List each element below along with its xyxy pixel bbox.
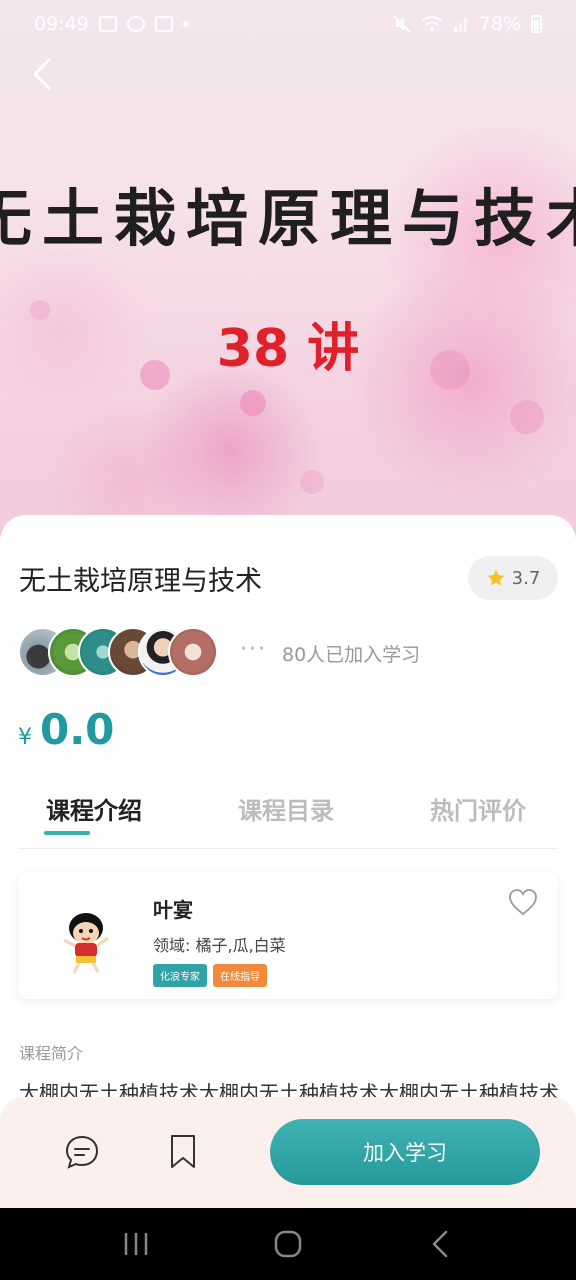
learner-avatars[interactable] [18,627,228,677]
badge-online-guidance: 在线指导 [213,964,267,987]
teacher-badges: 化浪专家 在线指导 [153,964,267,987]
teacher-name: 叶宴 [153,898,193,922]
tab-course-intro[interactable]: 课程介绍 [46,791,142,826]
more-learners-dots: ··· [240,637,267,662]
bokeh-dot [510,400,544,434]
recent-apps-icon [124,1233,148,1255]
bokeh-dot [240,390,266,416]
learner-count: 80人已加入学习 [282,644,421,666]
system-nav-bar [0,1208,576,1280]
home-button[interactable] [258,1219,318,1269]
wifi-icon [421,16,443,31]
bokeh-dot [300,470,324,494]
battery-level: 78% [478,13,521,35]
comment-button[interactable] [62,1132,102,1172]
notification-dot-icon [182,21,189,27]
price-amount: 0.0 [40,705,115,754]
teacher-field: 领域: 橘子,瓜,白菜 [153,936,286,955]
back-button[interactable] [22,52,62,96]
badge-expert: 化浪专家 [153,964,207,987]
heart-icon [509,889,537,916]
bottom-action-bar: 加入学习 [0,1097,576,1208]
cloud-icon [126,16,145,32]
favorite-teacher-button[interactable] [508,888,538,920]
active-tab-indicator [44,831,90,835]
bookmark-button[interactable] [163,1132,203,1172]
home-icon [274,1230,302,1258]
rating-value: 3.7 [511,567,541,589]
currency-symbol: ¥ [18,725,32,750]
join-learning-button[interactable]: 加入学习 [270,1119,540,1185]
course-price: ¥ 0.0 [18,705,114,754]
rating-badge: 3.7 [468,556,558,600]
banner-lecture-count: 38 讲 [216,319,360,379]
star-icon [487,569,505,586]
status-bar: 09:49 78% [0,0,576,48]
checklist-icon [154,16,173,32]
teacher-avatar [63,913,109,974]
teacher-card[interactable]: 叶宴 领域: 橘子,瓜,白菜 化浪专家 在线指导 [18,872,558,999]
course-cover-banner: 无土栽培原理与技术 38 讲 09:49 78% [0,0,576,540]
intro-label: 课程简介 [19,1044,84,1063]
battery-icon [531,15,542,33]
gallery-icon [98,16,117,32]
tab-hot-reviews[interactable]: 热门评价 [430,791,526,826]
course-tabs: 课程介绍 课程目录 热门评价 [18,787,558,849]
course-title: 无土栽培原理与技术 [19,566,262,597]
signal-icon [453,18,467,32]
comment-icon [65,1135,99,1169]
bookmark-icon [171,1135,195,1168]
avatar [168,627,218,677]
chevron-left-icon [33,58,51,90]
back-arrow-icon [432,1230,448,1258]
banner-title: 无土栽培原理与技术 [0,182,576,255]
mute-icon [393,15,411,33]
status-time: 09:49 [34,13,89,35]
system-back-button[interactable] [410,1219,470,1269]
tab-course-catalog[interactable]: 课程目录 [238,791,334,826]
recent-apps-button[interactable] [106,1219,166,1269]
